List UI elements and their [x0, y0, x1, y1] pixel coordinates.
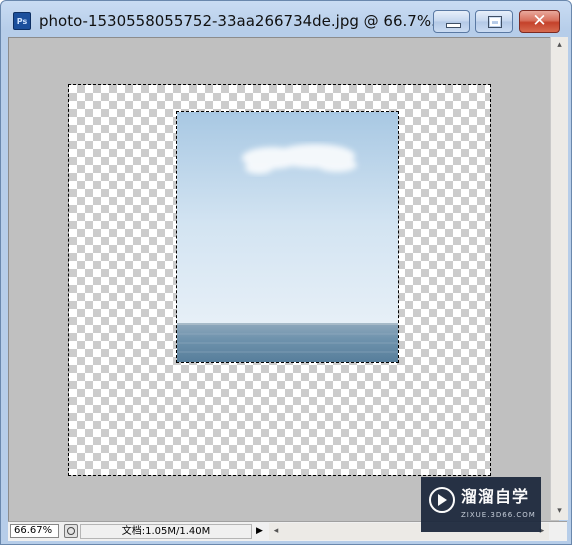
vertical-scrollbar[interactable]: ▴ ▾: [550, 37, 568, 520]
minimize-button[interactable]: [433, 10, 470, 33]
title-bar[interactable]: Ps photo-1530558055752-33aa266734de.jpg …: [1, 1, 571, 37]
scroll-left-icon[interactable]: ◂: [269, 523, 283, 540]
minimize-icon: [446, 23, 461, 28]
status-info-icon[interactable]: [64, 524, 78, 538]
zoom-level-input[interactable]: 66.67%: [10, 524, 59, 538]
photoshop-app-icon: Ps: [13, 12, 31, 30]
document-size-info: 文档:1.05M/1.40M: [80, 524, 252, 539]
document-window: Ps photo-1530558055752-33aa266734de.jpg …: [0, 0, 572, 545]
maximize-button[interactable]: [475, 10, 513, 33]
watermark-title: 溜溜自学: [461, 487, 530, 506]
photo-image: [177, 112, 398, 362]
transparent-document-canvas[interactable]: [68, 84, 491, 476]
play-logo-icon: [429, 487, 455, 513]
status-menu-arrow-icon[interactable]: ▶: [254, 524, 265, 539]
sea-sky-photo-layer[interactable]: [176, 111, 399, 363]
close-button[interactable]: ✕: [519, 10, 560, 33]
scroll-up-icon[interactable]: ▴: [551, 37, 568, 54]
watermark-logo: 溜溜自学 ZIXUE.3D66.COM: [421, 477, 541, 532]
close-icon: ✕: [532, 11, 547, 31]
canvas-area[interactable]: [8, 37, 559, 521]
scroll-down-icon[interactable]: ▾: [551, 503, 568, 520]
window-title: photo-1530558055752-33aa266734de.jpg @ 6…: [39, 12, 446, 30]
app-icon-label: Ps: [16, 17, 28, 26]
maximize-icon: [488, 16, 502, 28]
watermark-subtitle: ZIXUE.3D66.COM: [461, 511, 536, 519]
